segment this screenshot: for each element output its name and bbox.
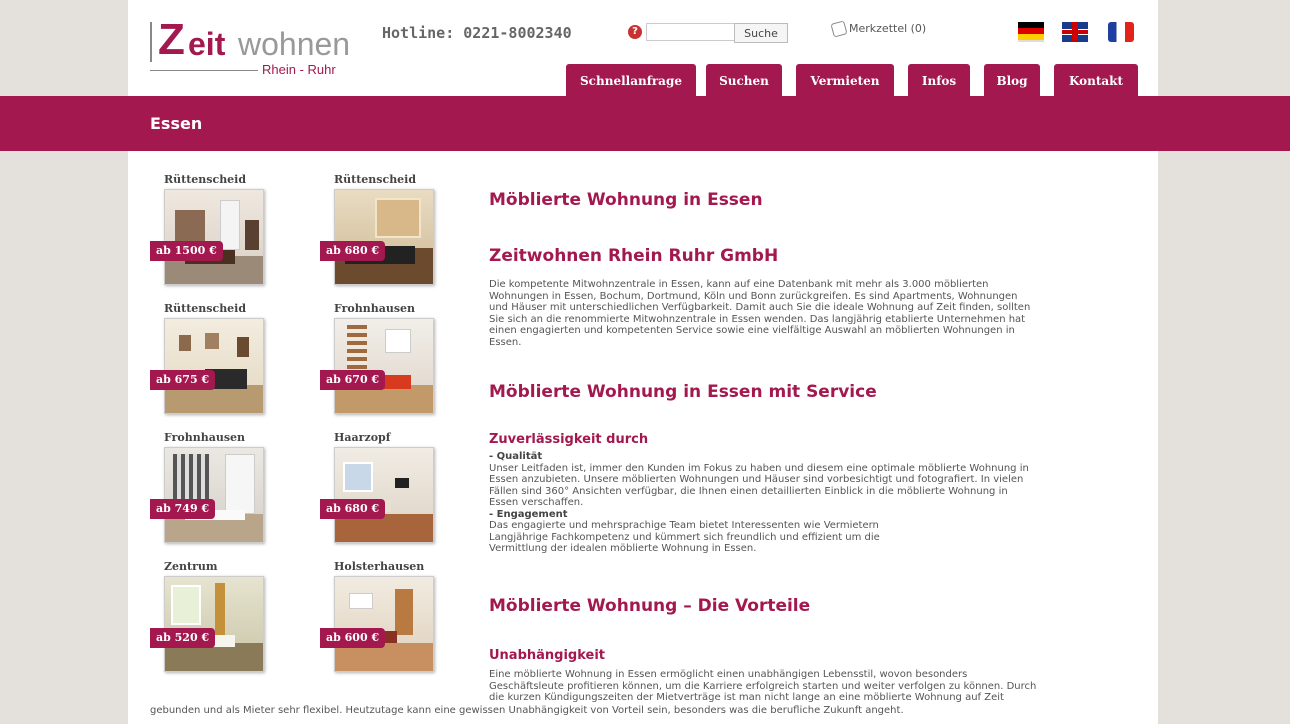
- listing-card[interactable]: Haarzopf ab 680 €: [320, 431, 450, 551]
- listing-price: ab 675 €: [150, 370, 216, 390]
- text-line: Sie sich an die renommierte Mitwohnzentr…: [489, 313, 1026, 325]
- text-line: und Häuser mit unterschiedlichen Verfügb…: [489, 302, 1031, 313]
- text-line: Vermittlung der idealen möblierte Wohnun…: [489, 543, 757, 554]
- listing-district: Frohnhausen: [164, 431, 246, 444]
- text-line: Das engagierte und mehrsprachige Team bi…: [489, 520, 879, 531]
- heading-unabhaengigkeit: Unabhängigkeit: [489, 648, 606, 663]
- heading-vorteile: Möblierte Wohnung – Die Vorteile: [489, 596, 811, 616]
- paragraph-vorteile-last: gebunden und als Mieter sehr flexibel. H…: [150, 705, 904, 716]
- listing-card[interactable]: Frohnhausen ab 670 €: [320, 302, 450, 422]
- logo-wohnen: wohnen: [238, 26, 351, 62]
- logo-subtitle: Rhein - Ruhr: [262, 62, 336, 77]
- paragraph-quality: - Qualität Unser Leitfaden ist, immer de…: [489, 451, 1149, 555]
- tab-vermieten[interactable]: Vermieten: [796, 64, 894, 98]
- listing-district: Rüttenscheid: [334, 173, 417, 186]
- listing-photo[interactable]: [164, 318, 264, 414]
- site-logo[interactable]: Z eit wohnen Rhein - Ruhr: [150, 15, 360, 77]
- text-line: Eine möblierte Wohnung in Essen ermöglic…: [489, 669, 968, 680]
- listing-price: ab 680 €: [320, 241, 386, 261]
- listing-photo[interactable]: [164, 447, 264, 543]
- merkzettel-label: Merkzettel (0): [849, 22, 927, 35]
- listing-district: Rüttenscheid: [164, 173, 247, 186]
- listing-price: ab 600 €: [320, 628, 386, 648]
- text-line: Essen.: [489, 336, 522, 348]
- tab-schnellanfrage[interactable]: Schnellanfrage: [566, 64, 696, 98]
- tab-blog[interactable]: Blog: [984, 64, 1040, 98]
- tab-infos[interactable]: Infos: [908, 64, 970, 98]
- listing-price: ab 680 €: [320, 499, 386, 519]
- text-line: Wohnungen in Essen, Bochum, Dortmund, Kö…: [489, 290, 1018, 302]
- fr-flag-icon[interactable]: [1108, 22, 1134, 42]
- listing-card[interactable]: Zentrum ab 520 €: [150, 560, 280, 680]
- listing-photo[interactable]: [334, 576, 434, 672]
- listing-price: ab 749 €: [150, 499, 216, 519]
- sub-title: - Qualität: [489, 451, 543, 462]
- listing-photo[interactable]: [334, 447, 434, 543]
- listing-price: ab 670 €: [320, 370, 386, 390]
- listing-district: Zentrum: [164, 560, 218, 573]
- listing-card[interactable]: Rüttenscheid ab 1500 €: [150, 173, 280, 293]
- listing-card[interactable]: Rüttenscheid ab 675 €: [150, 302, 280, 422]
- listing-district: Holsterhausen: [334, 560, 425, 573]
- listing-district: Haarzopf: [334, 431, 391, 444]
- tab-suchen[interactable]: Suchen: [706, 64, 782, 98]
- search-button[interactable]: Suche: [734, 23, 788, 43]
- listing-card[interactable]: Frohnhausen ab 749 €: [150, 431, 280, 551]
- paragraph-vorteile: Eine möblierte Wohnung in Essen ermöglic…: [489, 669, 1149, 704]
- tab-kontakt[interactable]: Kontakt: [1054, 64, 1138, 98]
- help-icon[interactable]: ?: [628, 25, 642, 39]
- heading-zuverlaessigkeit: Zuverlässigkeit durch: [489, 432, 649, 447]
- text-line: einen engagierten und kompetenten Servic…: [489, 325, 1015, 336]
- heading-service: Möblierte Wohnung in Essen mit Service: [489, 382, 877, 402]
- text-line: Essen verschaffen.: [489, 497, 584, 508]
- merkzettel-link[interactable]: Merkzettel (0): [830, 20, 927, 38]
- listing-photo[interactable]: [164, 189, 264, 285]
- listing-photo[interactable]: [164, 576, 264, 672]
- uk-flag-icon[interactable]: [1062, 22, 1088, 42]
- listing-price: ab 1500 €: [150, 241, 223, 261]
- text-line: die kurzen Kündigungszeiten der Mietvert…: [489, 692, 1004, 703]
- heading-main: Möblierte Wohnung in Essen: [489, 190, 763, 210]
- listing-photo[interactable]: [334, 189, 434, 285]
- listing-district: Frohnhausen: [334, 302, 416, 315]
- logo-eit: eit: [188, 26, 226, 62]
- listing-district: Rüttenscheid: [164, 302, 247, 315]
- text-line: Die kompetente Mitwohnzentrale in Essen,…: [489, 279, 989, 290]
- text-line: Fällen sind 360° Ansichten verfügbar, di…: [489, 485, 1008, 497]
- page-title: Essen: [150, 114, 203, 133]
- text-line: Geschäftsleute profitieren können, um di…: [489, 680, 1037, 692]
- listing-photo[interactable]: [334, 318, 434, 414]
- paragraph-intro: Die kompetente Mitwohnzentrale in Essen,…: [489, 279, 1149, 348]
- sub-title: - Engagement: [489, 508, 568, 520]
- logo-underline: [150, 70, 258, 71]
- listing-card[interactable]: Holsterhausen ab 600 €: [320, 560, 450, 680]
- de-flag-icon[interactable]: [1018, 22, 1044, 42]
- listing-price: ab 520 €: [150, 628, 216, 648]
- text-line: Essen anzubieten. Unsere möblierten Wohn…: [489, 474, 1024, 485]
- heading-company: Zeitwohnen Rhein Ruhr GmbH: [489, 246, 779, 266]
- logo-z: Z: [158, 15, 185, 64]
- hotline: Hotline: 0221-8002340: [382, 24, 572, 42]
- logo-bar: [150, 22, 152, 62]
- notepad-icon: [830, 20, 848, 38]
- text-line: Langjährige Fachkompetenz und kümmert si…: [489, 531, 880, 543]
- text-line: Unser Leitfaden ist, immer den Kunden im…: [489, 462, 1029, 474]
- listing-card[interactable]: Rüttenscheid ab 680 €: [320, 173, 450, 293]
